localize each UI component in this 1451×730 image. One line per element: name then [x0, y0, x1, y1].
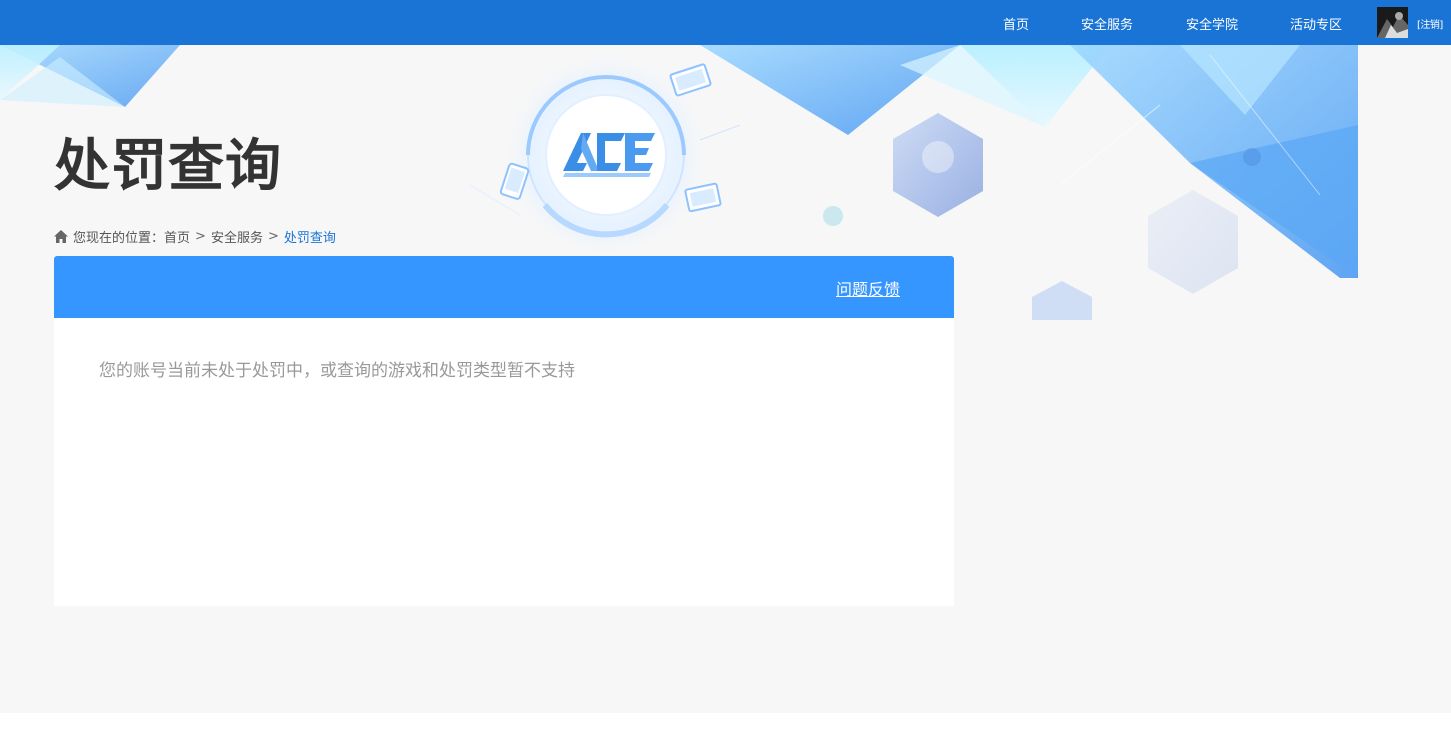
- breadcrumb: 您现在的位置： 首页 > 安全服务 > 处罚查询: [54, 227, 336, 246]
- result-panel-header: 问题反馈: [54, 256, 954, 318]
- page-content: 处罚查询 您现在的位置： 首页 > 安全服务 > 处罚查询 问题反馈 您的账号当…: [0, 45, 1451, 713]
- nav-item-security-services[interactable]: 安全服务: [1081, 14, 1133, 33]
- breadcrumb-separator: >: [195, 229, 206, 244]
- result-message: 您的账号当前未处于处罚中，或查询的游戏和处罚类型暂不支持: [99, 361, 575, 381]
- user-avatar[interactable]: [1377, 7, 1408, 38]
- breadcrumb-prefix: 您现在的位置：: [73, 231, 165, 246]
- breadcrumb-security-services-link[interactable]: 安全服务: [211, 227, 263, 246]
- page-title: 处罚查询: [54, 134, 282, 199]
- nav-item-home[interactable]: 首页: [1003, 14, 1029, 33]
- result-panel: 问题反馈 您的账号当前未处于处罚中，或查询的游戏和处罚类型暂不支持: [54, 256, 954, 606]
- breadcrumb-separator: >: [267, 229, 279, 244]
- breadcrumb-home-link[interactable]: 首页: [164, 227, 190, 246]
- breadcrumb-current: 处罚查询: [283, 231, 336, 246]
- nav-item-security-academy[interactable]: 安全学院: [1186, 14, 1238, 33]
- nav-item-events[interactable]: 活动专区: [1290, 14, 1342, 33]
- top-navigation-bar: 首页 安全服务 安全学院 活动专区 [注销]: [0, 0, 1451, 45]
- feedback-link[interactable]: 问题反馈: [836, 276, 900, 300]
- logout-link[interactable]: [注销]: [1417, 16, 1443, 31]
- home-icon: [54, 230, 68, 243]
